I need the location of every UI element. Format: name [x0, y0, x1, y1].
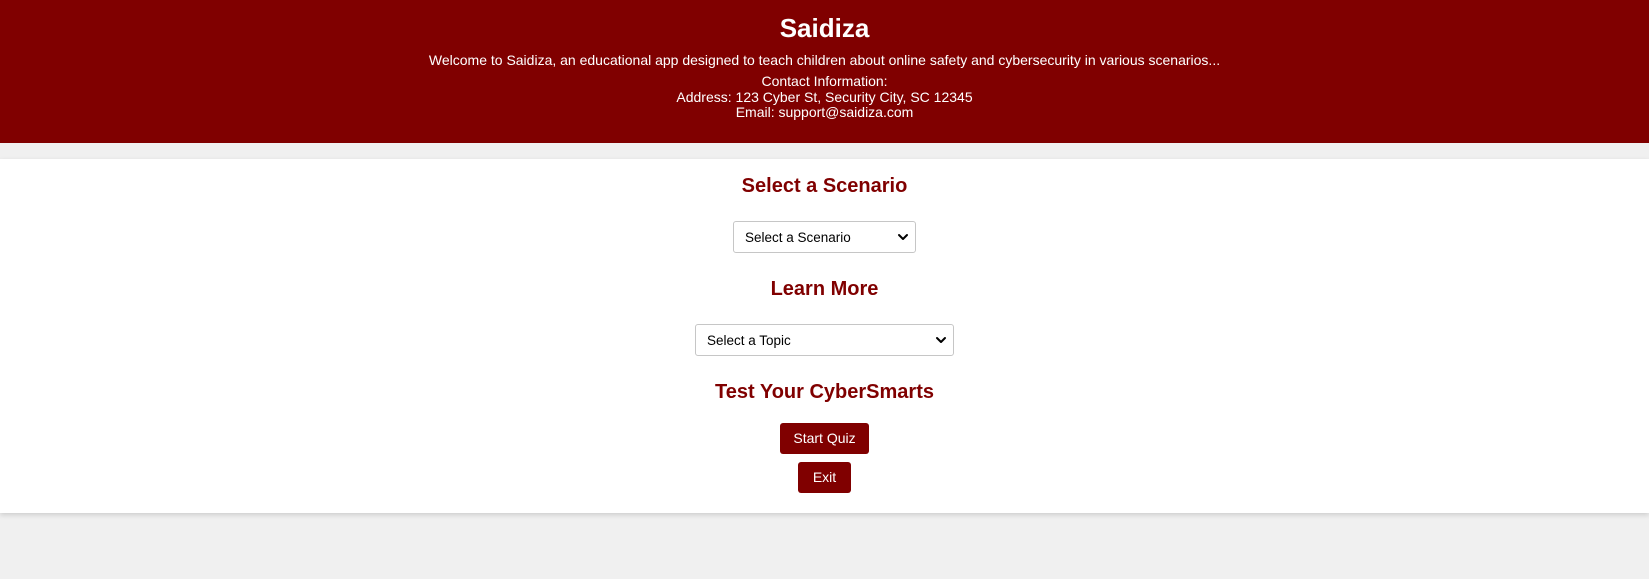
topic-select[interactable]: Select a Topic [695, 324, 954, 356]
site-header: Saidiza Welcome to Saidiza, an education… [0, 0, 1649, 143]
scenario-select[interactable]: Select a Scenario [733, 221, 916, 253]
exit-button[interactable]: Exit [798, 462, 851, 493]
contact-heading: Contact Information: [761, 73, 888, 89]
main-panel: Select a Scenario Select a Scenario Lear… [0, 159, 1649, 513]
start-quiz-button[interactable]: Start Quiz [780, 423, 869, 454]
topic-select-container: Select a Topic [0, 324, 1649, 356]
contact-info: Contact Information: Address: 123 Cyber … [0, 73, 1649, 121]
quiz-button-container: Start Quiz [0, 423, 1649, 454]
scenario-section-title: Select a Scenario [741, 175, 908, 197]
contact-email: Email: support@saidiza.com [735, 104, 914, 120]
contact-address: Address: 123 Cyber St, Security City, SC… [676, 88, 973, 105]
chevron-down-icon [898, 234, 908, 240]
exit-button-container: Exit [0, 462, 1649, 493]
learn-more-section-title: Learn More [770, 278, 879, 300]
chevron-down-icon [936, 337, 946, 343]
quiz-section-title: Test Your CyberSmarts [715, 381, 934, 403]
app-title: Saidiza [779, 13, 870, 43]
intro-text: Welcome to Saidiza, an educational app d… [428, 52, 1221, 68]
scenario-select-value: Select a Scenario [745, 229, 851, 245]
scenario-select-container: Select a Scenario [0, 221, 1649, 253]
topic-select-value: Select a Topic [707, 332, 791, 348]
